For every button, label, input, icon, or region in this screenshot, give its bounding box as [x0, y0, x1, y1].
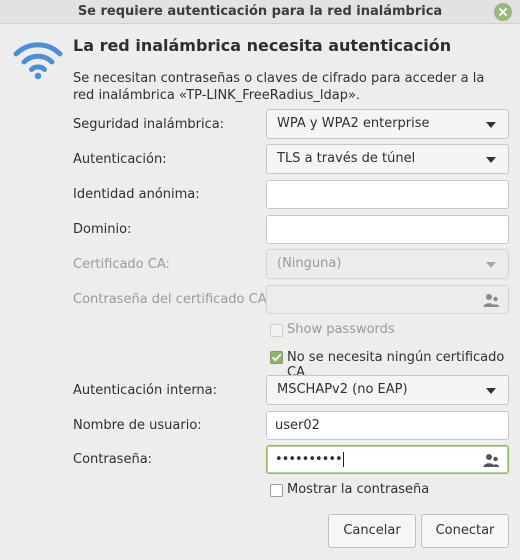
- inner-auth-value: MSCHAPv2 (no EAP): [277, 382, 408, 397]
- authentication-label: Autenticación:: [73, 152, 167, 167]
- show-passwords-checkbox[interactable]: [270, 324, 283, 337]
- show-password-label: Mostrar la contraseña: [287, 482, 430, 497]
- inner-auth-label: Autenticación interna:: [73, 383, 218, 398]
- user-icon[interactable]: [483, 293, 499, 307]
- security-combo[interactable]: WPA y WPA2 enterprise: [266, 109, 509, 139]
- chevron-down-icon: [486, 122, 496, 128]
- inner-auth-combo[interactable]: MSCHAPv2 (no EAP): [266, 375, 509, 405]
- domain-label: Dominio:: [73, 222, 132, 237]
- chevron-down-icon: [486, 157, 496, 163]
- security-label: Seguridad inalámbrica:: [73, 117, 225, 132]
- show-password-checkbox[interactable]: [270, 484, 283, 497]
- ca-certificate-combo[interactable]: (Ninguna): [266, 249, 509, 279]
- password-label: Contraseña:: [73, 452, 153, 467]
- authentication-value: TLS a través de túnel: [277, 151, 416, 166]
- close-button[interactable]: [494, 3, 512, 21]
- password-value: ••••••••••: [275, 452, 343, 467]
- dialog-description: Se necesitan contraseñas o claves de cif…: [73, 71, 485, 103]
- security-value: WPA y WPA2 enterprise: [277, 116, 430, 131]
- username-value: user02: [275, 418, 320, 433]
- username-label: Nombre de usuario:: [73, 418, 202, 433]
- ca-password-input[interactable]: [266, 285, 509, 314]
- authentication-combo[interactable]: TLS a través de túnel: [266, 144, 509, 174]
- domain-input[interactable]: [266, 215, 509, 244]
- password-input[interactable]: ••••••••••: [266, 445, 509, 474]
- ca-certificate-value: (Ninguna): [277, 256, 342, 271]
- chevron-down-icon: [486, 388, 496, 394]
- window-title: Se requiere autenticación para la red in…: [77, 4, 443, 19]
- show-passwords-label: Show passwords: [287, 322, 395, 337]
- user-icon[interactable]: [483, 453, 499, 467]
- anonymous-identity-label: Identidad anónima:: [73, 187, 200, 202]
- text-caret: [342, 452, 344, 467]
- wifi-icon: [13, 42, 63, 80]
- no-ca-required-checkbox[interactable]: [270, 351, 283, 364]
- dialog-heading: La red inalámbrica necesita autenticació…: [73, 36, 452, 55]
- connect-button[interactable]: Conectar: [421, 514, 509, 548]
- anonymous-identity-input[interactable]: [266, 180, 509, 209]
- ca-password-label: Contraseña del certificado CA:: [73, 292, 271, 307]
- chevron-down-icon: [486, 262, 496, 268]
- close-icon: [499, 8, 507, 16]
- checkmark-icon: [272, 353, 282, 362]
- title-bar: Se requiere autenticación para la red in…: [0, 0, 520, 24]
- ca-certificate-label: Certificado CA:: [73, 257, 170, 272]
- cancel-button[interactable]: Cancelar: [328, 514, 416, 548]
- username-input[interactable]: user02: [266, 411, 509, 440]
